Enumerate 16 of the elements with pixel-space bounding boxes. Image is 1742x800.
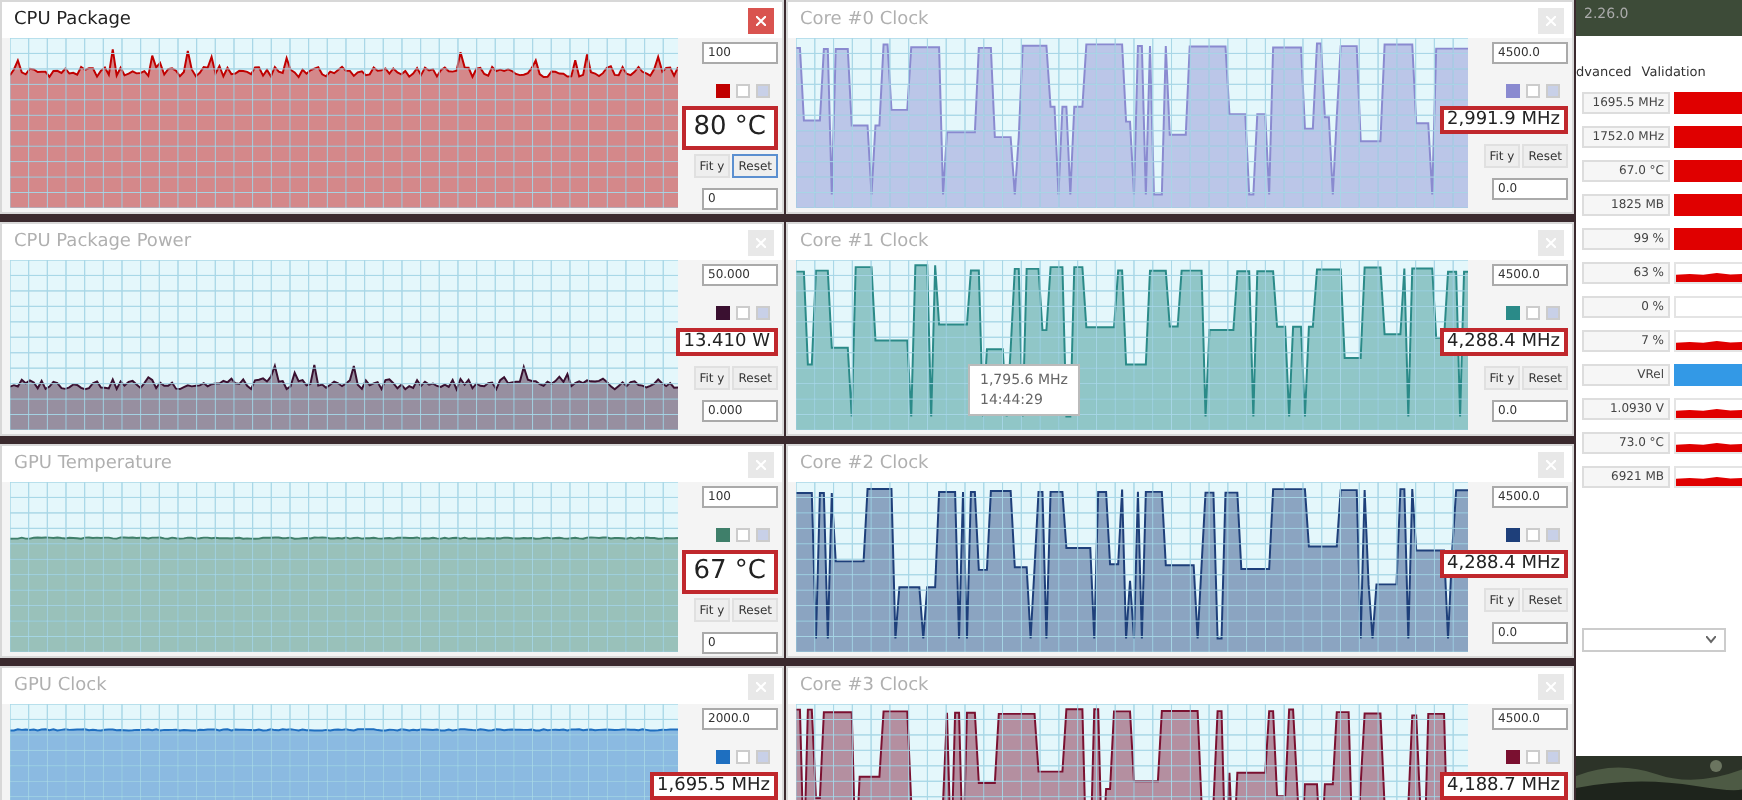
window-title: Core #1 Clock (800, 232, 929, 252)
window-title: CPU Package (14, 10, 131, 30)
current-value: 2,991.9 MHz (1439, 106, 1568, 134)
current-value: 4,188.7 MHz (1439, 772, 1568, 800)
current-value: 4,288.4 MHz (1439, 550, 1568, 578)
window-title: Core #2 Clock (800, 454, 929, 474)
current-value: 4,288.4 MHz (1439, 328, 1568, 356)
window-title: Core #0 Clock (800, 10, 929, 30)
window-title: Core #3 Clock (800, 676, 929, 696)
current-value: 67 °C (681, 550, 778, 594)
window-title: GPU Clock (14, 676, 107, 696)
window-title: CPU Package Power (14, 232, 192, 252)
current-value: 1,695.5 MHz (649, 772, 778, 800)
current-value: 80 °C (681, 106, 778, 150)
window-title: GPU Temperature (14, 454, 172, 474)
current-value: 13.410 W (675, 328, 778, 356)
